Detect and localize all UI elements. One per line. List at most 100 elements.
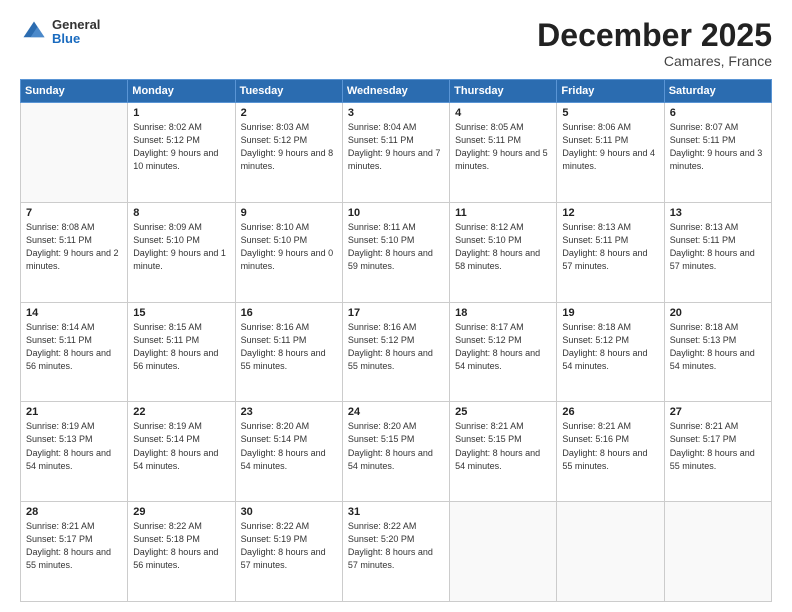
day-number: 3	[348, 107, 444, 119]
day-info: Sunrise: 8:21 AMSunset: 5:17 PMDaylight:…	[670, 420, 766, 472]
logo-blue-label: Blue	[52, 32, 100, 46]
table-row	[557, 502, 664, 602]
col-tuesday: Tuesday	[235, 80, 342, 103]
day-number: 16	[241, 307, 337, 319]
calendar-week-row: 14 Sunrise: 8:14 AMSunset: 5:11 PMDayligh…	[21, 302, 772, 402]
day-info: Sunrise: 8:19 AMSunset: 5:13 PMDaylight:…	[26, 420, 122, 472]
table-row: 27 Sunrise: 8:21 AMSunset: 5:17 PMDayligh…	[664, 402, 771, 502]
day-number: 20	[670, 307, 766, 319]
day-info: Sunrise: 8:07 AMSunset: 5:11 PMDaylight:…	[670, 121, 766, 173]
table-row: 3 Sunrise: 8:04 AMSunset: 5:11 PMDaylight…	[342, 103, 449, 203]
day-info: Sunrise: 8:22 AMSunset: 5:19 PMDaylight:…	[241, 520, 337, 572]
table-row: 14 Sunrise: 8:14 AMSunset: 5:11 PMDayligh…	[21, 302, 128, 402]
table-row: 20 Sunrise: 8:18 AMSunset: 5:13 PMDayligh…	[664, 302, 771, 402]
header: General Blue December 2025 Camares, Fran…	[20, 18, 772, 69]
day-info: Sunrise: 8:06 AMSunset: 5:11 PMDaylight:…	[562, 121, 658, 173]
day-number: 11	[455, 207, 551, 219]
calendar-header-row: Sunday Monday Tuesday Wednesday Thursday…	[21, 80, 772, 103]
day-number: 14	[26, 307, 122, 319]
day-info: Sunrise: 8:10 AMSunset: 5:10 PMDaylight:…	[241, 221, 337, 273]
table-row: 22 Sunrise: 8:19 AMSunset: 5:14 PMDayligh…	[128, 402, 235, 502]
day-info: Sunrise: 8:09 AMSunset: 5:10 PMDaylight:…	[133, 221, 229, 273]
day-info: Sunrise: 8:21 AMSunset: 5:17 PMDaylight:…	[26, 520, 122, 572]
table-row: 19 Sunrise: 8:18 AMSunset: 5:12 PMDayligh…	[557, 302, 664, 402]
table-row: 12 Sunrise: 8:13 AMSunset: 5:11 PMDayligh…	[557, 202, 664, 302]
day-info: Sunrise: 8:13 AMSunset: 5:11 PMDaylight:…	[562, 221, 658, 273]
day-info: Sunrise: 8:19 AMSunset: 5:14 PMDaylight:…	[133, 420, 229, 472]
day-number: 28	[26, 506, 122, 518]
day-info: Sunrise: 8:18 AMSunset: 5:12 PMDaylight:…	[562, 321, 658, 373]
table-row: 6 Sunrise: 8:07 AMSunset: 5:11 PMDaylight…	[664, 103, 771, 203]
table-row: 28 Sunrise: 8:21 AMSunset: 5:17 PMDayligh…	[21, 502, 128, 602]
table-row: 17 Sunrise: 8:16 AMSunset: 5:12 PMDayligh…	[342, 302, 449, 402]
calendar-week-row: 28 Sunrise: 8:21 AMSunset: 5:17 PMDayligh…	[21, 502, 772, 602]
day-number: 6	[670, 107, 766, 119]
day-number: 12	[562, 207, 658, 219]
table-row: 10Sunrise: 8:11 AMSunset: 5:10 PMDayligh…	[342, 202, 449, 302]
title-block: December 2025 Camares, France	[537, 18, 772, 69]
col-sunday: Sunday	[21, 80, 128, 103]
day-info: Sunrise: 8:03 AMSunset: 5:12 PMDaylight:…	[241, 121, 337, 173]
day-number: 25	[455, 406, 551, 418]
day-number: 1	[133, 107, 229, 119]
day-number: 7	[26, 207, 122, 219]
day-number: 17	[348, 307, 444, 319]
table-row: 9 Sunrise: 8:10 AMSunset: 5:10 PMDaylight…	[235, 202, 342, 302]
table-row: 30Sunrise: 8:22 AMSunset: 5:19 PMDayligh…	[235, 502, 342, 602]
table-row: 29 Sunrise: 8:22 AMSunset: 5:18 PMDayligh…	[128, 502, 235, 602]
day-info: Sunrise: 8:22 AMSunset: 5:18 PMDaylight:…	[133, 520, 229, 572]
day-number: 24	[348, 406, 444, 418]
day-number: 15	[133, 307, 229, 319]
table-row	[664, 502, 771, 602]
day-info: Sunrise: 8:17 AMSunset: 5:12 PMDaylight:…	[455, 321, 551, 373]
day-info: Sunrise: 8:16 AMSunset: 5:12 PMDaylight:…	[348, 321, 444, 373]
month-title: December 2025	[537, 18, 772, 53]
day-info: Sunrise: 8:22 AMSunset: 5:20 PMDaylight:…	[348, 520, 444, 572]
day-info: Sunrise: 8:11 AMSunset: 5:10 PMDaylight:…	[348, 221, 444, 273]
day-info: Sunrise: 8:20 AMSunset: 5:14 PMDaylight:…	[241, 420, 337, 472]
day-number: 13	[670, 207, 766, 219]
logo-general-label: General	[52, 18, 100, 32]
table-row: 21 Sunrise: 8:19 AMSunset: 5:13 PMDayligh…	[21, 402, 128, 502]
day-number: 19	[562, 307, 658, 319]
table-row: 7Sunrise: 8:08 AMSunset: 5:11 PMDaylight…	[21, 202, 128, 302]
day-info: Sunrise: 8:16 AMSunset: 5:11 PMDaylight:…	[241, 321, 337, 373]
day-info: Sunrise: 8:20 AMSunset: 5:15 PMDaylight:…	[348, 420, 444, 472]
table-row: 4 Sunrise: 8:05 AMSunset: 5:11 PMDaylight…	[450, 103, 557, 203]
logo-icon	[20, 18, 48, 46]
table-row: 23Sunrise: 8:20 AMSunset: 5:14 PMDayligh…	[235, 402, 342, 502]
table-row	[450, 502, 557, 602]
day-info: Sunrise: 8:13 AMSunset: 5:11 PMDaylight:…	[670, 221, 766, 273]
table-row: 24 Sunrise: 8:20 AMSunset: 5:15 PMDayligh…	[342, 402, 449, 502]
calendar-week-row: 1 Sunrise: 8:02 AMSunset: 5:12 PMDaylight…	[21, 103, 772, 203]
table-row: 18 Sunrise: 8:17 AMSunset: 5:12 PMDayligh…	[450, 302, 557, 402]
day-info: Sunrise: 8:14 AMSunset: 5:11 PMDaylight:…	[26, 321, 122, 373]
day-number: 4	[455, 107, 551, 119]
day-info: Sunrise: 8:21 AMSunset: 5:15 PMDaylight:…	[455, 420, 551, 472]
table-row: 11Sunrise: 8:12 AMSunset: 5:10 PMDayligh…	[450, 202, 557, 302]
table-row: 5 Sunrise: 8:06 AMSunset: 5:11 PMDaylight…	[557, 103, 664, 203]
col-wednesday: Wednesday	[342, 80, 449, 103]
table-row: 26Sunrise: 8:21 AMSunset: 5:16 PMDayligh…	[557, 402, 664, 502]
day-info: Sunrise: 8:18 AMSunset: 5:13 PMDaylight:…	[670, 321, 766, 373]
day-number: 22	[133, 406, 229, 418]
day-number: 26	[562, 406, 658, 418]
table-row: 2Sunrise: 8:03 AMSunset: 5:12 PMDaylight…	[235, 103, 342, 203]
calendar-week-row: 7Sunrise: 8:08 AMSunset: 5:11 PMDaylight…	[21, 202, 772, 302]
day-number: 8	[133, 207, 229, 219]
day-info: Sunrise: 8:15 AMSunset: 5:11 PMDaylight:…	[133, 321, 229, 373]
table-row: 13 Sunrise: 8:13 AMSunset: 5:11 PMDayligh…	[664, 202, 771, 302]
day-info: Sunrise: 8:04 AMSunset: 5:11 PMDaylight:…	[348, 121, 444, 173]
day-number: 18	[455, 307, 551, 319]
day-info: Sunrise: 8:05 AMSunset: 5:11 PMDaylight:…	[455, 121, 551, 173]
col-monday: Monday	[128, 80, 235, 103]
day-number: 21	[26, 406, 122, 418]
table-row: 1 Sunrise: 8:02 AMSunset: 5:12 PMDaylight…	[128, 103, 235, 203]
day-number: 9	[241, 207, 337, 219]
table-row: 16 Sunrise: 8:16 AMSunset: 5:11 PMDayligh…	[235, 302, 342, 402]
day-number: 29	[133, 506, 229, 518]
day-number: 27	[670, 406, 766, 418]
location-subtitle: Camares, France	[537, 53, 772, 69]
day-info: Sunrise: 8:02 AMSunset: 5:12 PMDaylight:…	[133, 121, 229, 173]
day-number: 5	[562, 107, 658, 119]
